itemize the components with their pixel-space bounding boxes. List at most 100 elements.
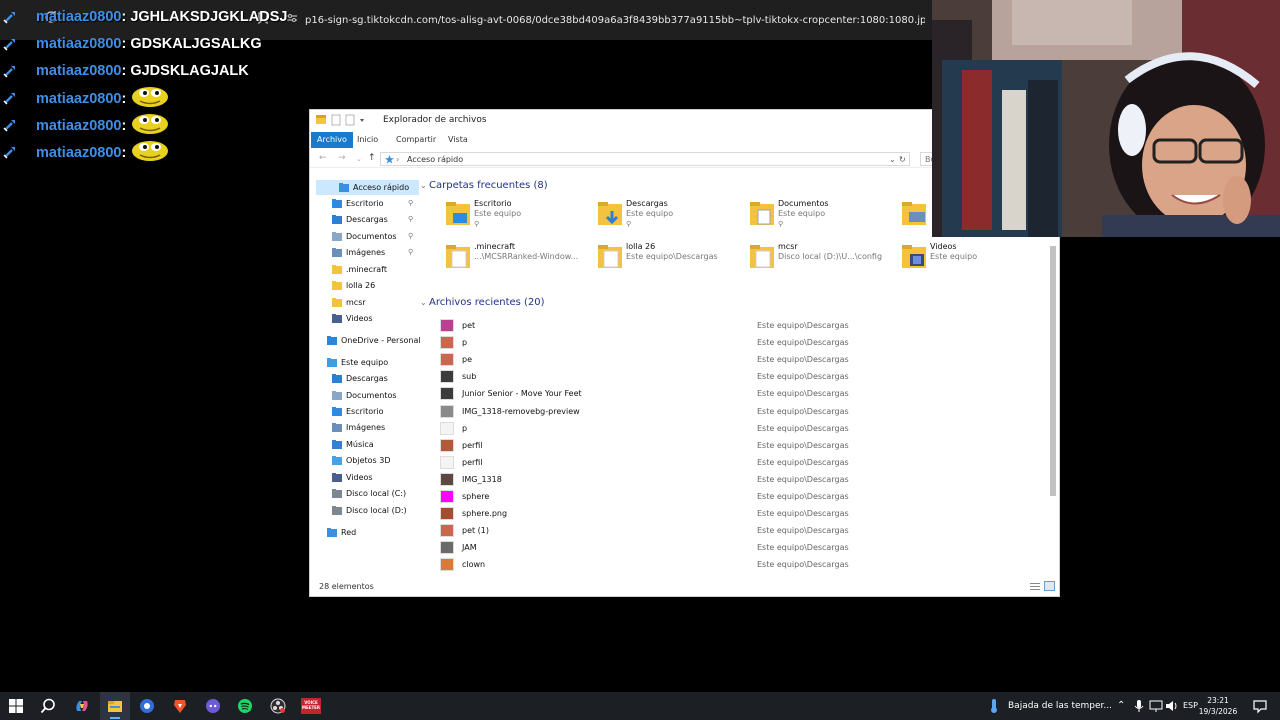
recent-file-row[interactable]: clown Este equipo\Descargas	[420, 556, 1040, 573]
discord-icon[interactable]	[205, 698, 221, 714]
file-explorer-icon[interactable]	[107, 698, 123, 714]
volume-icon[interactable]	[1164, 698, 1180, 714]
nav-item[interactable]: .minecraft	[332, 262, 418, 277]
weather-thermometer-icon[interactable]	[986, 698, 1002, 714]
brave-browser-icon[interactable]	[172, 698, 188, 714]
large-icons-view-icon[interactable]	[1044, 581, 1055, 591]
recent-file-row[interactable]: p Este equipo\Descargas	[420, 334, 1040, 351]
voicemeeter-icon[interactable]: VOICE MEETER	[301, 698, 321, 714]
recent-file-row[interactable]: sphere.png Este equipo\Descargas	[420, 505, 1040, 522]
browser-app-icon[interactable]	[139, 698, 155, 714]
recent-file-row[interactable]: perfil Este equipo\Descargas	[420, 437, 1040, 454]
notification-center-icon[interactable]	[1252, 698, 1268, 714]
file-location: Este equipo\Descargas	[757, 355, 849, 365]
nav-item[interactable]: lolla 26	[332, 278, 418, 293]
chat-username[interactable]: matiaaz0800: GDSKALJGSALKG	[36, 36, 262, 52]
nav-item[interactable]: OneDrive - Personal	[327, 333, 421, 348]
frequent-folders-header[interactable]: ⌄ Carpetas frecuentes (8)	[420, 180, 548, 191]
frequent-folder-tile[interactable]: lolla 26 Este equipo\Descargas	[596, 242, 746, 278]
quick-access-toolbar-icon[interactable]	[316, 114, 376, 126]
pin-icon[interactable]: ⚲	[408, 212, 413, 227]
recent-file-row[interactable]: Junior Senior - Move Your Feet Este equip…	[420, 385, 1040, 402]
folder-name: lolla 26	[626, 242, 656, 251]
recent-file-row[interactable]: pe Este equipo\Descargas	[420, 351, 1040, 368]
recent-file-row[interactable]: sub Este equipo\Descargas	[420, 368, 1040, 385]
recent-file-row[interactable]: pet (1) Este equipo\Descargas	[420, 522, 1040, 539]
chat-message: matiaaz0800: GJDSKLAGJALK	[0, 60, 300, 87]
nav-item[interactable]: Escritorio	[332, 404, 418, 419]
recent-file-row[interactable]: IMG_1318 Este equipo\Descargas	[420, 471, 1040, 488]
up-arrow-icon[interactable]: ↑	[368, 153, 376, 163]
obs-studio-icon[interactable]	[270, 698, 286, 714]
forward-arrow-icon[interactable]: →	[338, 153, 346, 163]
nav-item[interactable]: Documentos	[332, 388, 418, 403]
weather-text[interactable]: Bajada de las temper...	[1008, 701, 1112, 711]
nav-item[interactable]: Red	[327, 525, 418, 540]
nav-item[interactable]: Videos	[332, 311, 418, 326]
windows-start-icon[interactable]	[8, 698, 24, 714]
copilot-icon[interactable]	[74, 698, 90, 714]
pin-icon[interactable]: ⚲	[408, 245, 413, 260]
file-location: Este equipo\Descargas	[757, 543, 849, 553]
nav-item[interactable]: Documentos ⚲	[332, 229, 418, 244]
chat-username[interactable]: matiaaz0800:	[36, 114, 172, 135]
refresh-icon[interactable]: ↻	[899, 155, 906, 164]
nav-item[interactable]: Descargas	[332, 371, 418, 386]
recent-file-row[interactable]: perfil Este equipo\Descargas	[420, 454, 1040, 471]
chat-username[interactable]: matiaaz0800:	[36, 141, 172, 162]
folder-name: Escritorio	[474, 199, 512, 208]
nav-item[interactable]: Imágenes ⚲	[332, 245, 418, 260]
frequent-folder-tile[interactable]: mcsr Disco local (D:)\U...\config	[748, 242, 898, 278]
chat-username[interactable]: matiaaz0800: JGHLAKSDJGKLADSJ	[36, 9, 287, 25]
recent-file-row[interactable]: JAM Este equipo\Descargas	[420, 539, 1040, 556]
back-arrow-icon[interactable]: ←	[319, 153, 327, 163]
chat-username[interactable]: matiaaz0800: GJDSKLAGJALK	[36, 63, 249, 79]
path-field[interactable]: › Acceso rápido ⌄ ↻	[380, 152, 910, 166]
nav-item[interactable]: Disco local (D:)	[332, 503, 418, 518]
recent-files-header[interactable]: ⌄ Archivos recientes (20)	[420, 297, 545, 308]
language-indicator[interactable]: ESP	[1183, 701, 1198, 710]
frequent-folder-tile[interactable]: Videos Este equipo	[900, 242, 1050, 278]
nav-item[interactable]: Música	[332, 437, 418, 452]
nav-item[interactable]: Este equipo	[327, 355, 418, 370]
vertical-scrollbar[interactable]	[1050, 236, 1056, 598]
frequent-folder-tile[interactable]: Escritorio Este equipo ⚲	[444, 199, 594, 235]
recent-file-row[interactable]: sphere Este equipo\Descargas	[420, 488, 1040, 505]
system-clock[interactable]: 23:21 19/3/2026	[1198, 695, 1238, 717]
tab-inicio[interactable]: Inicio	[351, 132, 384, 148]
nav-item[interactable]: Imágenes	[332, 420, 418, 435]
recent-file-row[interactable]: p Este equipo\Descargas	[420, 420, 1040, 437]
frequent-folder-tile[interactable]: .minecraft ...\MCSRRanked-Window...	[444, 242, 594, 278]
chevron-up-icon[interactable]: ⌃	[1117, 700, 1125, 711]
network-icon[interactable]	[1148, 698, 1164, 714]
path-dropdown-icon[interactable]: ⌄	[889, 155, 896, 164]
search-icon[interactable]	[40, 698, 56, 714]
pin-icon[interactable]: ⚲	[408, 229, 413, 244]
chat-username[interactable]: matiaaz0800:	[36, 87, 172, 108]
frequent-folder-tile[interactable]: Descargas Este equipo ⚲	[596, 199, 746, 235]
recent-file-row[interactable]: IMG_1318-removebg-preview Este equipo\Des…	[420, 403, 1040, 420]
tab-compartir[interactable]: Compartir	[390, 132, 442, 148]
nav-item[interactable]: Videos	[332, 470, 418, 485]
microphone-icon[interactable]	[1131, 698, 1147, 714]
tab-archivo[interactable]: Archivo	[311, 132, 353, 148]
address-bar-url[interactable]: p16-sign-sg.tiktokcdn.com/tos-alisg-avt-…	[305, 15, 925, 26]
recent-locations-icon[interactable]: ⌄	[356, 155, 362, 163]
nav-item[interactable]: Disco local (C:)	[332, 486, 418, 501]
nav-item[interactable]: mcsr	[332, 295, 418, 310]
file-name: JAM	[462, 543, 477, 553]
spotify-icon[interactable]	[237, 698, 253, 714]
nav-item[interactable]: Escritorio ⚲	[332, 196, 418, 211]
tab-vista[interactable]: Vista	[442, 132, 474, 148]
nav-item[interactable]: Descargas ⚲	[332, 212, 418, 227]
chat-message: matiaaz0800: GDSKALJGSALKG	[0, 33, 300, 60]
webcam-image	[932, 0, 1280, 237]
details-view-icon[interactable]	[1030, 582, 1040, 591]
pin-icon[interactable]: ⚲	[408, 196, 413, 211]
frequent-folder-tile[interactable]: Documentos Este equipo ⚲	[748, 199, 898, 235]
moderator-sword-icon	[3, 39, 15, 51]
nav-item[interactable]: Objetos 3D	[332, 453, 418, 468]
chat-message: matiaaz0800: JGHLAKSDJGKLADSJ	[0, 6, 300, 33]
nav-item[interactable]: Acceso rápido	[316, 180, 419, 195]
recent-file-row[interactable]: pet Este equipo\Descargas	[420, 317, 1040, 334]
